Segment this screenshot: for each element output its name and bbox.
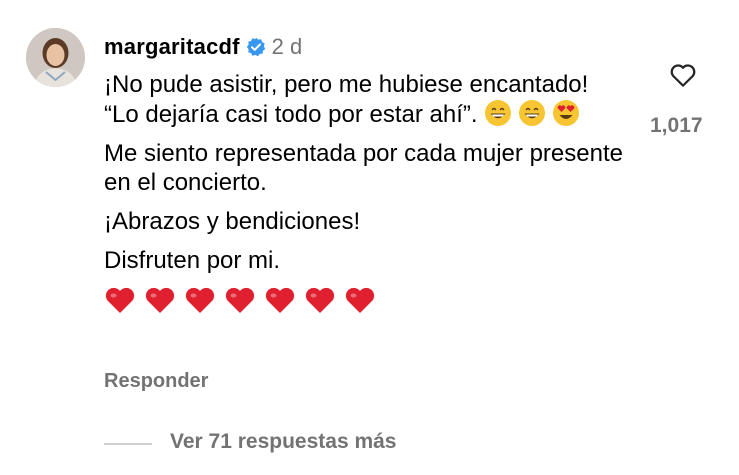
red-heart-icon [304,285,336,315]
red-heart-icon [104,285,136,315]
comment-body: ¡No pude asistir, pero me hubiese encant… [104,70,624,315]
view-replies-button[interactable]: Ver 71 respuestas más [170,430,397,454]
red-heart-icon [264,285,296,315]
verified-badge-icon [246,37,266,57]
comment-time: 2 d [271,34,303,59]
comment-paragraph-2: Me siento representada por cada mujer pr… [104,140,623,196]
comment-paragraph-3: ¡Abrazos y bendiciones! [104,208,361,235]
red-heart-icon [184,285,216,315]
avatar[interactable] [26,28,85,87]
comment-paragraph-1: ¡No pude asistir, pero me hubiese encant… [104,70,624,129]
red-heart-icon [344,285,376,315]
comment-text: ¡No pude asistir, pero me hubiese encant… [104,71,589,128]
like-count[interactable]: 1,017 [650,114,703,138]
reply-button[interactable]: Responder [104,370,208,393]
grinning-face-icon [518,99,546,127]
comment-header: margaritacdf 2 d [104,33,302,61]
grinning-face-icon [484,99,512,127]
comment-paragraph-4: Disfruten por mi. [104,247,281,274]
replies-divider [104,443,152,445]
heart-eyes-face-icon [552,99,580,127]
username[interactable]: margaritacdf [104,33,240,61]
red-heart-icon [144,285,176,315]
red-heart-icon [224,285,256,315]
heart-outline-icon[interactable] [668,60,698,90]
hearts-row [104,285,624,315]
